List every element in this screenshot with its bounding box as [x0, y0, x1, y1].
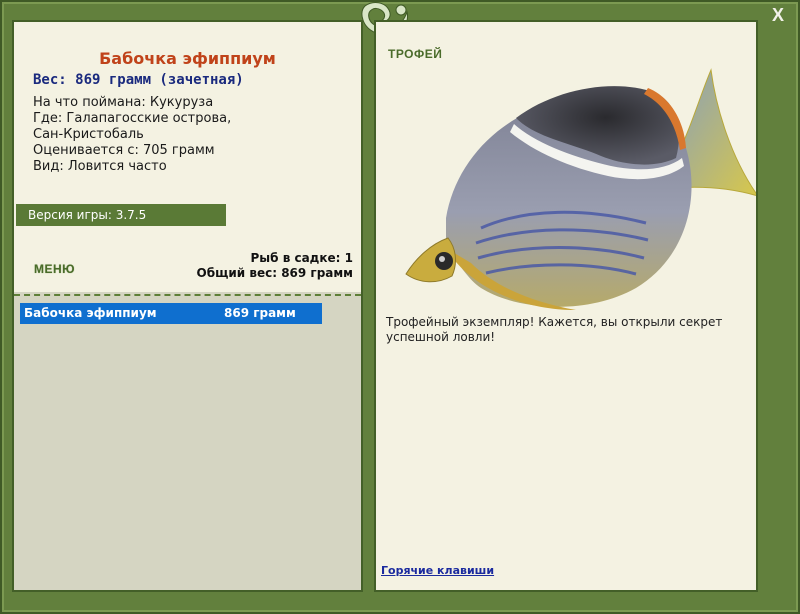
butterflyfish-image: [405, 68, 756, 310]
fish-info-card: Бабочка эфиппиум Вес: 869 грамм (зачетна…: [14, 22, 361, 292]
list-item[interactable]: Бабочка эфиппиум 869 грамм: [20, 303, 322, 324]
detail-bait: На что поймана: Кукуруза: [33, 95, 214, 110]
game-version: Версия игры: 3.7.5: [16, 204, 226, 226]
trophy-label: ТРОФЕЙ: [388, 47, 443, 61]
menu-button[interactable]: МЕНЮ: [34, 262, 75, 276]
list-item-name: Бабочка эфиппиум: [24, 306, 157, 320]
fish-list: Бабочка эфиппиум 869 грамм: [20, 303, 322, 324]
detail-min-weight: Оценивается с: 705 грамм: [33, 143, 215, 158]
detail-frequency: Вид: Ловится часто: [33, 159, 167, 174]
window-frame: X Бабочка эфиппиум Вес: 869 грамм (зачет…: [0, 0, 800, 614]
keepnet-count: Рыб в садке: 1: [250, 251, 354, 265]
divider: [14, 294, 361, 296]
trophy-message: Трофейный экземпляр! Кажется, вы открыли…: [386, 315, 723, 344]
keepnet-total: Общий вес: 869 грамм: [196, 266, 353, 280]
left-panel: Бабочка эфиппиум Вес: 869 грамм (зачетна…: [14, 22, 361, 590]
hotkeys-link[interactable]: Горячие клавиши: [381, 564, 494, 577]
list-item-weight: 869 грамм: [224, 306, 296, 320]
right-panel: ТРОФЕЙ Трофейный экземпляр! Кажется, вы …: [376, 22, 756, 590]
fish-weight: Вес: 869 грамм (зачетная): [33, 72, 244, 88]
fish-details: На что поймана: Кукуруза Где: Галапагосс…: [33, 95, 353, 175]
fish-title: Бабочка эфиппиум: [99, 49, 276, 68]
keepnet-stats: Рыб в садке: 1 Общий вес: 869 грамм: [197, 251, 353, 281]
detail-location: Где: Галапагосские острова, Сан-Кристоба…: [33, 111, 232, 142]
close-button[interactable]: X: [768, 4, 788, 26]
